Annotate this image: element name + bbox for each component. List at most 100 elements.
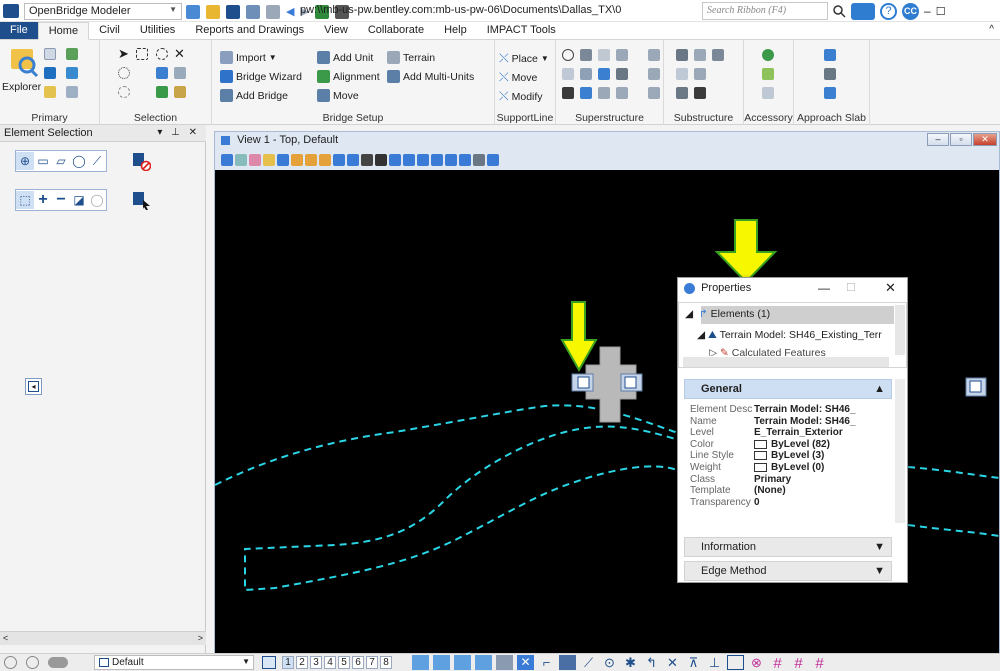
line-select-icon[interactable]: ⟋ (88, 152, 106, 170)
select-box-icon[interactable] (136, 48, 148, 60)
individual-select-icon[interactable]: ⊕ (16, 152, 34, 170)
window-area-icon[interactable] (319, 154, 331, 166)
view-tile-4[interactable]: 4 (324, 656, 336, 669)
dimension-icon[interactable]: ⊥ (706, 655, 723, 670)
view-windows-icon[interactable] (262, 656, 276, 669)
place-support-button[interactable]: ⤬ Place ▼ (499, 51, 549, 66)
view-tile-1[interactable]: 1 (282, 656, 294, 669)
view-close-button[interactable]: ✕ (973, 133, 997, 146)
stiffener-icon[interactable] (616, 68, 628, 80)
forward-icon[interactable] (26, 656, 39, 669)
splice-icon[interactable] (648, 68, 660, 80)
column-icon[interactable] (676, 87, 688, 99)
back-icon[interactable] (4, 656, 17, 669)
footing-icon[interactable] (676, 68, 688, 80)
move-support-button[interactable]: ⤬ Move (499, 70, 537, 85)
terrain-button[interactable]: Terrain (387, 51, 435, 64)
new-select-icon[interactable]: ⬚ (16, 191, 34, 209)
fit-view-icon[interactable] (333, 154, 345, 166)
shadows-icon[interactable] (263, 154, 275, 166)
information-section-header[interactable]: Information ▼ (684, 537, 892, 557)
haunch-icon[interactable] (562, 68, 574, 80)
add-bridge-button[interactable]: Add Bridge (220, 89, 288, 102)
ribbon-search-input[interactable]: Search Ribbon (F4) (702, 2, 828, 20)
slab-icon[interactable] (562, 87, 574, 99)
view-previous-icon[interactable] (375, 154, 387, 166)
tab-civil[interactable]: Civil (89, 22, 130, 39)
tree-horizontal-scrollbar[interactable] (683, 357, 889, 367)
save-icon[interactable] (226, 4, 240, 19)
diaphragm-icon[interactable] (616, 49, 628, 61)
properties-minimize-button[interactable]: — (818, 281, 830, 295)
add-unit-button[interactable]: Add Unit (317, 51, 373, 64)
references-view-icon[interactable] (487, 154, 499, 166)
snap-center-icon[interactable] (454, 655, 471, 670)
prop-row-element-desc[interactable]: Element Desc Terrain Model: SH46_ (690, 404, 875, 416)
prop-row-name[interactable]: Name Terrain Model: SH46_ (690, 416, 875, 428)
deck-icon[interactable] (562, 49, 574, 61)
edge-method-section-header[interactable]: Edge Method ▼ (684, 561, 892, 581)
help-icon[interactable]: ? (880, 2, 897, 20)
shape-select-icon[interactable]: ▱ (52, 152, 70, 170)
clear-selection-icon[interactable] (133, 153, 151, 171)
tab-help[interactable]: Help (434, 22, 477, 39)
modify-icon[interactable]: ↰ (643, 655, 660, 670)
modify-support-button[interactable]: ⤬ Modify (499, 89, 543, 104)
properties-maximize-button[interactable]: ☐ (846, 281, 856, 294)
attributes-icon[interactable] (66, 86, 78, 98)
prop-row-class[interactable]: Class Primary (690, 474, 875, 486)
scatter-icon[interactable] (762, 49, 774, 61)
compress-icon[interactable] (266, 4, 280, 19)
apps-icon[interactable] (851, 2, 875, 20)
trim-icon[interactable]: ✕ (664, 655, 681, 670)
snap-mode-icon[interactable] (48, 657, 68, 668)
bearing-icon[interactable] (580, 68, 592, 80)
table-icon[interactable] (648, 87, 660, 99)
view-tile-5[interactable]: 5 (338, 656, 350, 669)
select-all-arrow-icon[interactable] (133, 192, 151, 210)
expand-panel-button[interactable]: ◂ (25, 378, 42, 395)
prop-row-line-style[interactable]: Line Style ByLevel (3) (690, 450, 875, 462)
subtract-select-icon[interactable]: − (52, 191, 70, 209)
tree-vertical-scrollbar[interactable] (895, 305, 905, 355)
snap-origin-icon[interactable] (496, 655, 513, 670)
deselect-icon[interactable]: ✕ (174, 46, 185, 62)
view-restore-button[interactable]: ▫ (950, 133, 972, 146)
extend-icon[interactable]: ⊼ (685, 655, 702, 670)
display-style-icon[interactable] (235, 154, 247, 166)
barrier-icon[interactable] (598, 49, 610, 61)
wall-icon[interactable] (694, 87, 706, 99)
abutment-icon[interactable] (694, 49, 706, 61)
prop-row-color[interactable]: Color ByLevel (82) (690, 439, 875, 451)
open-folder-icon[interactable] (206, 4, 220, 19)
pile-icon[interactable] (712, 49, 724, 61)
copy-icon[interactable] (174, 67, 186, 79)
view-attributes-icon[interactable] (221, 154, 233, 166)
search-icon[interactable] (832, 4, 846, 18)
section-icon[interactable] (459, 154, 471, 166)
place-circle-icon[interactable]: ⊙ (601, 655, 618, 670)
pan-view-icon[interactable] (361, 154, 373, 166)
power-select-icon[interactable] (118, 67, 130, 79)
group-icon[interactable] (156, 86, 168, 98)
clip-volume-icon[interactable] (431, 154, 443, 166)
prop-row-level[interactable]: Level E_Terrain_Exterior (690, 427, 875, 439)
view-tile-8[interactable]: 8 (380, 656, 392, 669)
fence-tool-icon[interactable] (727, 655, 744, 670)
saved-views-icon[interactable] (445, 154, 457, 166)
toggle-levels-icon[interactable] (473, 154, 485, 166)
add-multi-units-button[interactable]: Add Multi-Units (387, 70, 474, 83)
alignment-button[interactable]: Alignment (317, 70, 380, 83)
maximize-icon[interactable]: ☐ (936, 5, 946, 18)
undo-icon[interactable]: ◀ (286, 5, 294, 18)
place-line-icon[interactable]: ⌐ (538, 655, 555, 670)
collapse-ribbon-icon[interactable]: ^ (983, 22, 1000, 39)
update-view-icon[interactable] (277, 154, 289, 166)
curve-icon[interactable] (762, 68, 774, 80)
girder-icon[interactable] (580, 49, 592, 61)
tab-reports-and-drawings[interactable]: Reports and Drawings (185, 22, 314, 39)
general-section-header[interactable]: General ▲ (684, 379, 892, 399)
tab-collaborate[interactable]: Collaborate (358, 22, 434, 39)
pier-icon[interactable] (676, 49, 688, 61)
select-by-attr-icon[interactable] (156, 67, 168, 79)
